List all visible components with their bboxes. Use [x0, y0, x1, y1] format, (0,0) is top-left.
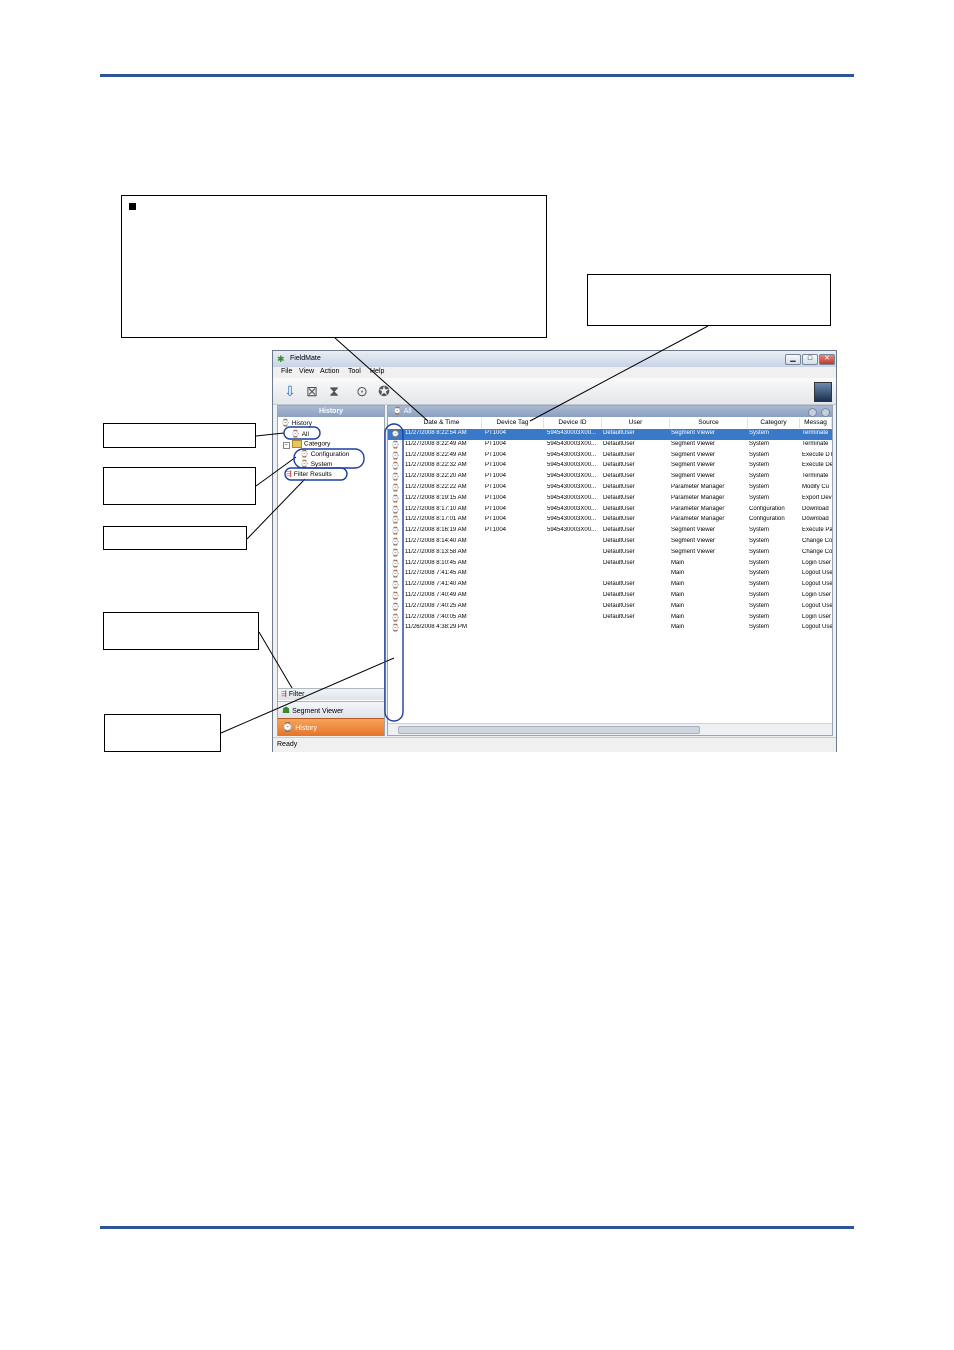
highlight-oval-filter-results — [284, 467, 348, 481]
leader-line-date-time — [334, 337, 429, 422]
annotation-overlay — [220, 325, 709, 734]
leader-line-icons — [220, 657, 395, 734]
highlight-oval-all — [283, 426, 321, 440]
leader-line-filter — [258, 631, 293, 689]
highlight-oval-category — [293, 448, 365, 469]
leader-line-category — [255, 456, 297, 487]
leader-line-all — [255, 432, 285, 437]
highlight-oval-icons — [384, 423, 404, 722]
leader-line-device-tag — [529, 325, 709, 422]
leader-line-filter-results — [246, 478, 306, 540]
